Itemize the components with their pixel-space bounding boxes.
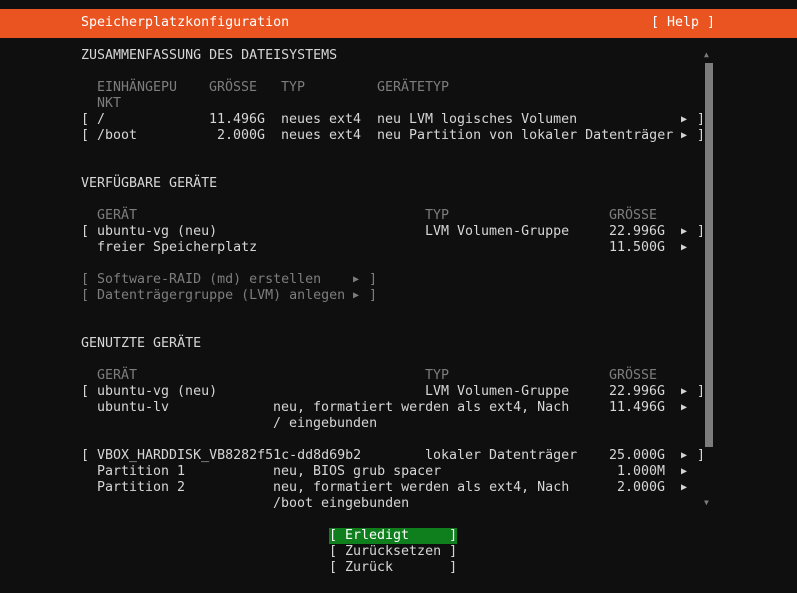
device-name: Partition 1 — [97, 464, 186, 479]
action-bracket-close: ] — [369, 288, 378, 303]
column-type: TYP — [425, 368, 450, 383]
device-name: freier Speicherplatz — [97, 240, 258, 255]
back-button[interactable]: [ Zurück ] — [329, 560, 457, 576]
column-device: GERÄT — [97, 368, 138, 383]
device-type: neu Partition von lokaler Datenträger — [377, 128, 674, 143]
fs-type: neues ext4 — [281, 112, 362, 127]
column-size: GRÖSSE — [609, 368, 658, 383]
device-type: neu, BIOS grub spacer — [273, 464, 442, 479]
summary-heading: ZUSAMMENFASSUNG DES DATEISYSTEMS — [81, 48, 338, 63]
header-bar: Speicherplatzkonfiguration [ Help ] — [0, 9, 797, 38]
device-type: lokaler Datenträger — [425, 448, 578, 463]
device-type: LVM Volumen-Gruppe — [425, 384, 570, 399]
device-name: ubuntu-vg (neu) — [97, 224, 218, 239]
expand-arrow-icon[interactable]: ▶ — [681, 112, 687, 128]
row-bracket-close: ] — [697, 448, 706, 463]
size: 22.996G — [609, 384, 666, 399]
expand-arrow-icon[interactable]: ▶ — [681, 128, 687, 144]
action-bracket-close: ] — [369, 272, 378, 287]
action-label: Datenträgergruppe (LVM) anlegen — [97, 288, 346, 303]
row-bracket-close: ] — [697, 224, 706, 239]
size: 11.500G — [609, 240, 666, 255]
row-bracket-close: ] — [697, 384, 706, 399]
row-bracket-open: [ — [81, 224, 90, 239]
device-type: LVM Volumen-Gruppe — [425, 224, 570, 239]
row-bracket-open: [ — [81, 128, 90, 143]
device-type: neu, formatiert werden als ext4, Nach — [273, 480, 570, 495]
scroll-up-icon[interactable]: ▲ — [704, 50, 714, 60]
expand-arrow-icon[interactable]: ▶ — [681, 464, 687, 480]
expand-arrow-icon[interactable]: ▶ — [681, 448, 687, 464]
action-arrow-icon: ▶ — [353, 274, 360, 285]
size: 2.000G — [217, 128, 266, 143]
row-bracket-close: ] — [697, 128, 706, 143]
column-mountpoint-wrap: NKT — [97, 96, 122, 111]
expand-arrow-icon[interactable]: ▶ — [681, 240, 687, 256]
available-heading: VERFÜGBARE GERÄTE — [81, 176, 218, 191]
action-bracket-open: [ — [81, 272, 90, 287]
action-arrow-icon: ▶ — [353, 290, 360, 301]
column-mountpoint: EINHÄNGEPU — [97, 80, 178, 95]
size: 2.000G — [617, 480, 666, 495]
reset-button[interactable]: [ Zurücksetzen ] — [329, 544, 457, 560]
scrollbar[interactable] — [705, 63, 713, 447]
device-name: Partition 2 — [97, 480, 186, 495]
device-type: neu LVM logisches Volumen — [377, 112, 578, 127]
column-type: TYP — [281, 80, 306, 95]
row-bracket-open: [ — [81, 448, 90, 463]
row-bracket-open: [ — [81, 384, 90, 399]
column-devicetype: GERÄTETYP — [377, 80, 450, 95]
size: 11.496G — [609, 400, 666, 415]
device-name: ubuntu-vg (neu) — [97, 384, 218, 399]
row-bracket-close: ] — [697, 112, 706, 127]
action-label: Software-RAID (md) erstellen — [97, 272, 322, 287]
column-device: GERÄT — [97, 208, 138, 223]
action-bracket-open: [ — [81, 288, 90, 303]
used-heading: GENUTZTE GERÄTE — [81, 336, 202, 351]
size: 22.996G — [609, 224, 666, 239]
done-button[interactable]: [ Erledigt ] — [329, 528, 457, 544]
page-title: Speicherplatzkonfiguration — [81, 15, 290, 30]
mountpoint: /boot — [97, 128, 138, 143]
size: 11.496G — [209, 112, 266, 127]
size: 1.000M — [617, 464, 666, 479]
device-type: neu, formatiert werden als ext4, Nach — [273, 400, 570, 415]
expand-arrow-icon[interactable]: ▶ — [681, 224, 687, 240]
scroll-down-icon[interactable]: ▼ — [704, 498, 714, 508]
device-name: VBOX_HARDDISK_VB8282f51c-dd8d69b2 — [97, 448, 362, 463]
device-type-continued: / eingebunden — [273, 416, 378, 431]
help-button[interactable]: [ Help ] — [651, 15, 715, 31]
device-name: ubuntu-lv — [97, 400, 170, 415]
expand-arrow-icon[interactable]: ▶ — [681, 384, 687, 400]
row-bracket-open: [ — [81, 112, 90, 127]
column-size: GRÖSSE — [609, 208, 658, 223]
column-type: TYP — [425, 208, 450, 223]
device-type-continued: /boot eingebunden — [273, 496, 410, 511]
expand-arrow-icon[interactable]: ▶ — [681, 400, 687, 416]
column-size: GRÖSSE — [209, 80, 258, 95]
fs-type: neues ext4 — [281, 128, 362, 143]
size: 25.000G — [609, 448, 666, 463]
expand-arrow-icon[interactable]: ▶ — [681, 480, 687, 496]
mountpoint: / — [97, 112, 106, 127]
